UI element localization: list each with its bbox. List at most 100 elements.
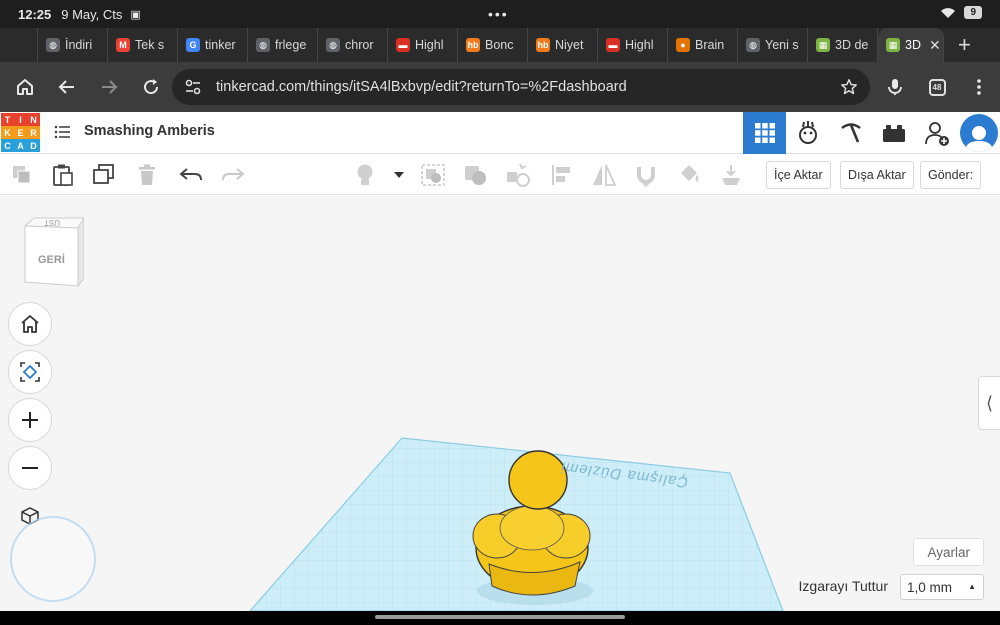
logo-letter: A xyxy=(14,139,27,152)
snap-grid-value: 1,0 mm xyxy=(907,579,953,595)
arrow-right-icon xyxy=(102,80,118,94)
delete-button[interactable] xyxy=(134,162,160,188)
browser-tab[interactable]: ▬ Highl xyxy=(388,28,458,62)
tab-favicon-icon: ▬ xyxy=(396,38,410,52)
bookmark-star-icon[interactable] xyxy=(840,78,858,96)
ungroup-icon xyxy=(465,166,486,185)
tab-label: chror xyxy=(345,38,374,52)
orbit-joystick[interactable] xyxy=(10,516,96,602)
kebab-menu-icon xyxy=(977,79,981,95)
paint-button[interactable] xyxy=(677,162,703,188)
home-view-button[interactable] xyxy=(8,302,52,346)
shapes-panel-toggle[interactable]: ⟨ xyxy=(978,376,1000,430)
brick-icon xyxy=(882,125,905,142)
browser-tab[interactable]: M Tek s xyxy=(108,28,178,62)
status-bar: 12:25 9 May, Cts ▣ ••• 9 xyxy=(0,0,1000,28)
tab-label: 3D xyxy=(905,38,921,52)
tab-label: İndiri xyxy=(65,38,93,52)
more-dots-icon: ••• xyxy=(488,6,509,22)
reload-button[interactable] xyxy=(130,66,172,108)
close-tab-icon[interactable]: ✕ xyxy=(929,37,941,54)
new-tab-button[interactable]: + xyxy=(958,32,971,58)
tab-favicon-icon: ▦ xyxy=(886,38,900,52)
browser-menu-button[interactable] xyxy=(958,66,1000,108)
snap-grid-select[interactable]: 1,0 mm ▲ xyxy=(900,574,984,600)
mirror-button[interactable] xyxy=(591,162,617,188)
cruise-button[interactable] xyxy=(633,162,659,188)
browser-tab[interactable]: hb Bonc xyxy=(458,28,528,62)
home-button[interactable] xyxy=(4,66,46,108)
notes-dropdown-button[interactable] xyxy=(386,162,412,188)
tab-favicon-icon: ▦ xyxy=(816,38,830,52)
voice-search-button[interactable] xyxy=(874,66,916,108)
browser-tab[interactable]: ▦ 3D de xyxy=(808,28,878,62)
browser-tab[interactable]: ◍ Yeni s xyxy=(738,28,808,62)
fit-view-button[interactable] xyxy=(8,350,52,394)
group-button[interactable] xyxy=(420,162,446,188)
tab-switcher-button[interactable]: 48 xyxy=(916,66,958,108)
bricks-view-button[interactable] xyxy=(829,112,872,154)
design-menu-icon[interactable] xyxy=(54,125,70,139)
import-button[interactable]: İçe Aktar xyxy=(766,161,831,189)
blocks-view-button[interactable] xyxy=(786,112,829,154)
undo-button[interactable] xyxy=(178,162,204,188)
caret-down-icon xyxy=(394,172,404,178)
invite-collaborator-button[interactable] xyxy=(915,112,958,154)
notes-button[interactable] xyxy=(352,162,378,188)
tab-favicon-icon: ◍ xyxy=(746,38,760,52)
duplicate-button[interactable] xyxy=(91,162,117,188)
tab-label: Yeni s xyxy=(765,38,799,52)
logo-letter: I xyxy=(14,113,27,126)
group-icon xyxy=(421,164,445,186)
ungroup-button[interactable] xyxy=(463,162,489,188)
tinkercad-logo[interactable]: TINKERCAD xyxy=(1,113,40,152)
header-actions xyxy=(743,112,1000,154)
drop-button[interactable] xyxy=(718,162,744,188)
3d-design-view-button[interactable] xyxy=(743,112,786,154)
browser-tab[interactable]: ◍ frlege xyxy=(248,28,318,62)
lego-view-button[interactable] xyxy=(872,112,915,154)
browser-tab[interactable]: ◍ chror xyxy=(318,28,388,62)
chevron-left-icon: ⟨ xyxy=(985,392,994,413)
browser-tab[interactable]: ▬ Highl xyxy=(598,28,668,62)
browser-tab[interactable]: Gtinker xyxy=(178,28,248,62)
minus-icon xyxy=(22,467,38,469)
back-button[interactable] xyxy=(46,66,88,108)
send-to-button[interactable]: Gönder: xyxy=(920,161,982,189)
drop-down-icon xyxy=(722,165,740,185)
project-title[interactable]: Smashing Amberis xyxy=(84,123,215,139)
view-cube-top-label: ÜST xyxy=(44,218,60,227)
tinkercad-editor: TINKERCAD Smashing Amberis İçe Aktar Dış… xyxy=(0,112,1000,611)
browser-tab[interactable]: ◍ İndiri xyxy=(38,28,108,62)
redo-button[interactable] xyxy=(220,162,246,188)
3d-viewport[interactable]: Çalışma Düzlemi ÜST GERİ ⟨ Ayarlar Izgar… xyxy=(0,196,1000,611)
tab-favicon-icon: G xyxy=(186,38,200,52)
home-indicator[interactable] xyxy=(375,615,625,619)
forward-button[interactable] xyxy=(88,66,130,108)
export-button[interactable]: Dışa Aktar xyxy=(840,161,914,189)
settings-button[interactable]: Ayarlar xyxy=(913,538,984,566)
align-button[interactable] xyxy=(549,162,575,188)
shape-generator-button[interactable] xyxy=(505,162,531,188)
zoom-out-button[interactable] xyxy=(8,446,52,490)
copy-icon xyxy=(13,166,31,184)
address-bar[interactable]: tinkercad.com/things/itSA4lBxbvp/edit?re… xyxy=(172,69,870,105)
workplane-grid[interactable] xyxy=(0,196,1000,611)
tab-label: Highl xyxy=(415,38,444,52)
user-avatar[interactable] xyxy=(960,114,998,152)
site-settings-icon[interactable] xyxy=(184,78,202,96)
browser-tab[interactable]: hb Niyet xyxy=(528,28,598,62)
snap-grid-label: Izgarayı Tuttur xyxy=(798,578,888,594)
copy-button[interactable] xyxy=(9,162,35,188)
tab-label: Bonc xyxy=(485,38,514,52)
status-date: 9 May, Cts xyxy=(61,6,123,22)
browser-tab[interactable]: ▦ 3D ✕ xyxy=(878,28,944,62)
browser-tab[interactable] xyxy=(0,28,38,62)
tab-label: Highl xyxy=(625,38,654,52)
paste-button[interactable] xyxy=(50,162,76,188)
tab-favicon-icon: ◍ xyxy=(256,38,270,52)
url-text: tinkercad.com/things/itSA4lBxbvp/edit?re… xyxy=(216,79,627,95)
browser-tab[interactable]: ● Brain xyxy=(668,28,738,62)
zoom-in-button[interactable] xyxy=(8,398,52,442)
view-cube[interactable]: ÜST GERİ xyxy=(22,216,85,293)
